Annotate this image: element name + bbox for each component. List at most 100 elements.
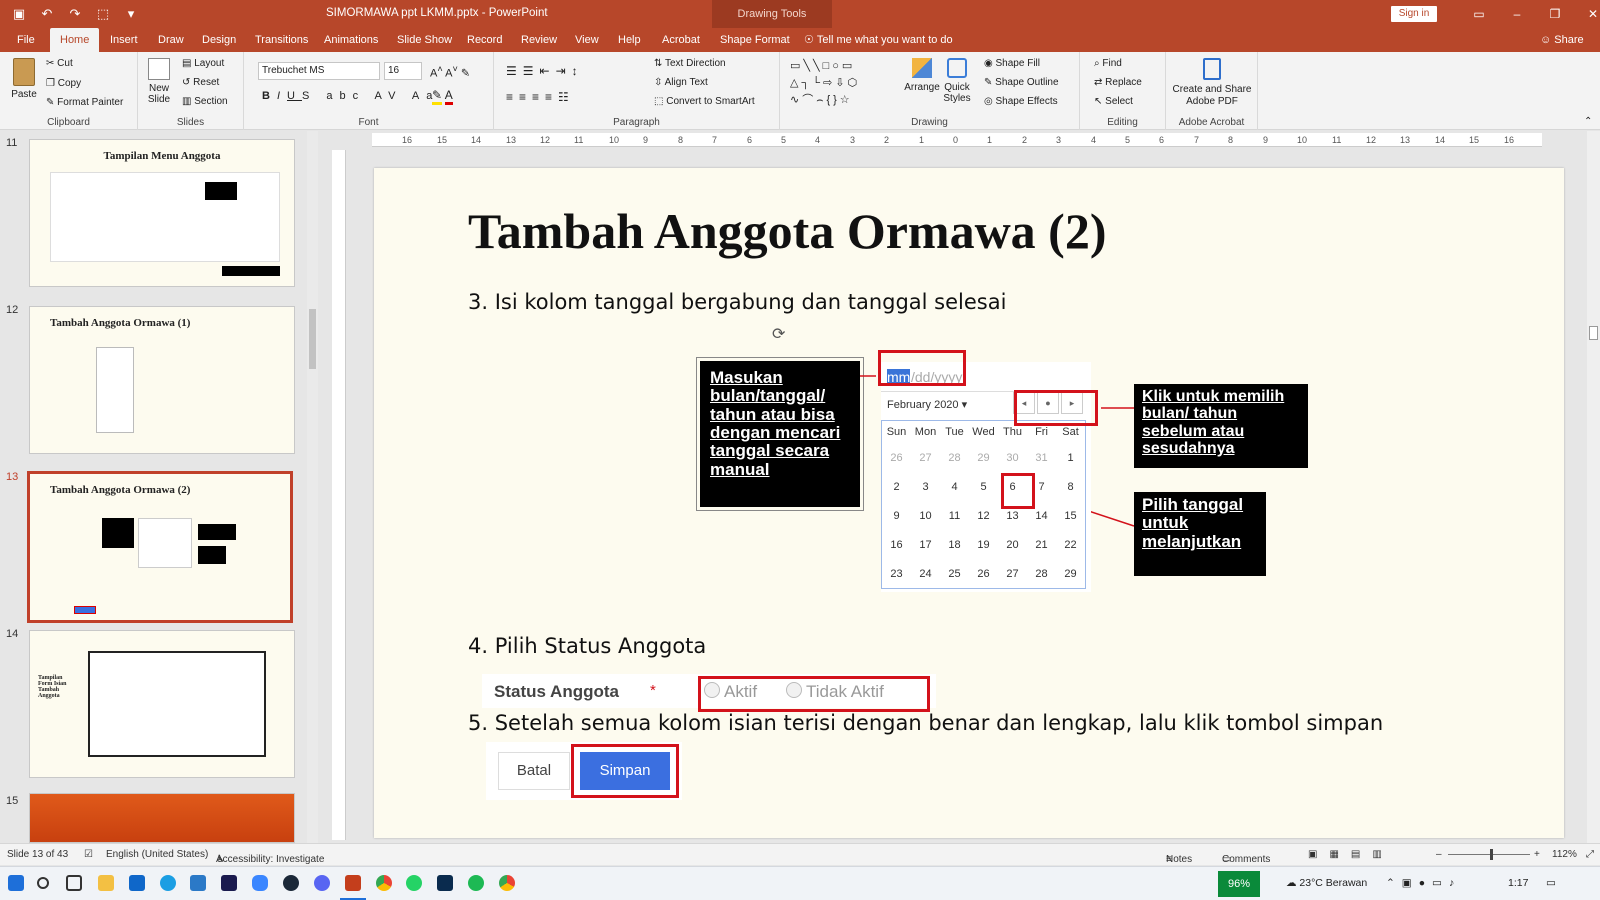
calendar-day[interactable]: 8 [1056, 472, 1085, 501]
step-4-text[interactable]: 4. Pilih Status Anggota [468, 634, 706, 658]
battery-indicator[interactable]: 96% [1218, 871, 1260, 897]
tab-design[interactable]: Design [202, 28, 236, 52]
notification-icon[interactable]: ▭ [1546, 877, 1556, 889]
arrange-button[interactable]: Arrange [904, 58, 940, 93]
calendar-day[interactable]: 9 [882, 501, 911, 530]
font-family-select[interactable]: Trebuchet MS [258, 62, 380, 80]
quick-styles-button[interactable]: Quick Styles [942, 58, 972, 104]
chrome-icon[interactable] [376, 875, 392, 891]
calendar-day[interactable]: 29 [1056, 559, 1085, 588]
fit-slide-icon[interactable]: ⤢ [1586, 849, 1594, 860]
edge-icon[interactable] [160, 875, 176, 891]
font-color-buttons[interactable]: ✎ A [432, 88, 453, 105]
weather-widget[interactable]: ☁ 23°C Berawan [1286, 877, 1367, 889]
undo-icon[interactable]: ↶ [40, 6, 54, 22]
copy-button[interactable]: ❐ Copy [46, 78, 81, 89]
zoom-slider[interactable] [1448, 849, 1530, 860]
calendar-day[interactable]: 28 [940, 443, 969, 472]
tab-transitions[interactable]: Transitions [255, 28, 308, 52]
view-buttons[interactable]: ▣▦▤▥ [1308, 849, 1394, 860]
task-view-icon[interactable] [66, 875, 82, 891]
calendar-day[interactable]: 4 [940, 472, 969, 501]
calendar-day[interactable]: 16 [882, 530, 911, 559]
sign-in-button[interactable]: Sign in [1391, 6, 1437, 22]
select-button[interactable]: ↖ Select [1094, 96, 1133, 107]
powerpoint-taskbar-icon[interactable] [345, 875, 361, 891]
calendar-day[interactable]: 2 [882, 472, 911, 501]
restore-icon[interactable]: ❐ [1536, 7, 1574, 21]
calendar-month-select[interactable]: February 2020 ▾ [887, 398, 967, 411]
steam-icon[interactable] [283, 875, 299, 891]
premiere-icon[interactable] [221, 875, 237, 891]
callout-pick-date[interactable]: Pilih tanggal untuk melanjutkan [1134, 492, 1266, 576]
calendar-day[interactable]: 23 [882, 559, 911, 588]
windows-start-icon[interactable] [8, 875, 24, 891]
calendar-day[interactable]: 24 [911, 559, 940, 588]
tab-draw[interactable]: Draw [158, 28, 184, 52]
step-5-text[interactable]: 5. Setelah semua kolom isian terisi deng… [468, 711, 1383, 735]
chrome-icon[interactable] [499, 875, 515, 891]
batal-button[interactable]: Batal [498, 752, 570, 790]
tab-slideshow[interactable]: Slide Show [397, 28, 452, 52]
scrollbar-thumb[interactable] [1589, 326, 1598, 340]
spotify-icon[interactable] [468, 875, 484, 891]
calendar-day[interactable]: 20 [998, 530, 1027, 559]
app-l-icon[interactable] [190, 875, 206, 891]
tab-view[interactable]: View [575, 28, 599, 52]
smartart-button[interactable]: ⬚ Convert to SmartArt [654, 96, 755, 107]
tab-insert[interactable]: Insert [110, 28, 138, 52]
redo-icon[interactable]: ↷ [68, 6, 82, 22]
replace-button[interactable]: ⇄ Replace [1094, 77, 1142, 88]
spellcheck-icon[interactable]: ☑ [84, 849, 93, 860]
tab-shape-format[interactable]: Shape Format [720, 28, 790, 52]
calendar-day[interactable]: 15 [1056, 501, 1085, 530]
font-format-buttons[interactable]: BIUS abc AV Aa [262, 90, 439, 102]
calendar-day[interactable]: 11 [940, 501, 969, 530]
calendar-day[interactable]: 31 [1027, 443, 1056, 472]
calendar-day[interactable]: 21 [1027, 530, 1056, 559]
slide-canvas[interactable]: Tambah Anggota Ormawa (2) 3. Isi kolom t… [374, 168, 1564, 838]
slide-thumbnail-14[interactable]: Tampilan Form Isian Tambah Anggota [29, 630, 295, 778]
align-text-button[interactable]: ⇳ Align Text [654, 77, 708, 88]
font-size-select[interactable]: 16 [384, 62, 422, 80]
calendar-day[interactable]: 26 [882, 443, 911, 472]
file-explorer-icon[interactable] [98, 875, 114, 891]
calendar-day[interactable]: 19 [969, 530, 998, 559]
calendar-day[interactable]: 5 [969, 472, 998, 501]
format-painter-button[interactable]: ✎ Format Painter [46, 97, 123, 108]
scrollbar-thumb[interactable] [309, 309, 316, 369]
zoom-level[interactable]: 112% [1552, 849, 1577, 860]
calendar-day[interactable]: 30 [998, 443, 1027, 472]
zoom-slider-thumb[interactable] [1490, 849, 1493, 860]
slide-thumbnail-15[interactable] [29, 793, 295, 843]
slide-scrollbar[interactable] [1587, 131, 1600, 843]
start-from-beginning-icon[interactable]: ⬚ [96, 6, 110, 22]
zoom-in-icon[interactable]: + [1534, 849, 1540, 860]
calendar-day[interactable]: 10 [911, 501, 940, 530]
new-slide-button[interactable]: New Slide [142, 58, 176, 105]
slide-thumbnail-11[interactable]: Tampilan Menu Anggota [29, 139, 295, 287]
calendar-day[interactable]: 17 [911, 530, 940, 559]
calendar-day[interactable]: 12 [969, 501, 998, 530]
thumbnail-scrollbar[interactable] [307, 131, 318, 843]
slide-thumbnail-12[interactable]: Tambah Anggota Ormawa (1) [29, 306, 295, 454]
create-pdf-button[interactable]: Create and Share Adobe PDF [1168, 58, 1256, 108]
customize-qat-icon[interactable]: ▾ [124, 6, 138, 22]
calendar-day[interactable]: 28 [1027, 559, 1056, 588]
shapes-gallery[interactable]: ▭╲╲□○▭ △┐└⇨⇩⬡ ∿⌒⌢{}☆ [790, 58, 890, 109]
calendar-day[interactable]: 29 [969, 443, 998, 472]
tab-file[interactable]: File [17, 28, 35, 52]
zoom-out-icon[interactable]: – [1436, 849, 1442, 860]
calendar-day[interactable]: 22 [1056, 530, 1085, 559]
tab-animations[interactable]: Animations [324, 28, 378, 52]
minimize-icon[interactable]: – [1498, 7, 1536, 21]
clock[interactable]: 1:17 [1508, 877, 1528, 889]
paste-button[interactable]: Paste [6, 58, 42, 100]
calendar-day[interactable]: 1 [1056, 443, 1085, 472]
mail-icon[interactable] [129, 875, 145, 891]
shape-effects-button[interactable]: ◎ Shape Effects [984, 96, 1058, 107]
calendar-day[interactable]: 27 [998, 559, 1027, 588]
whatsapp-icon[interactable] [406, 875, 422, 891]
calendar-day[interactable]: 3 [911, 472, 940, 501]
calendar-day[interactable]: 18 [940, 530, 969, 559]
